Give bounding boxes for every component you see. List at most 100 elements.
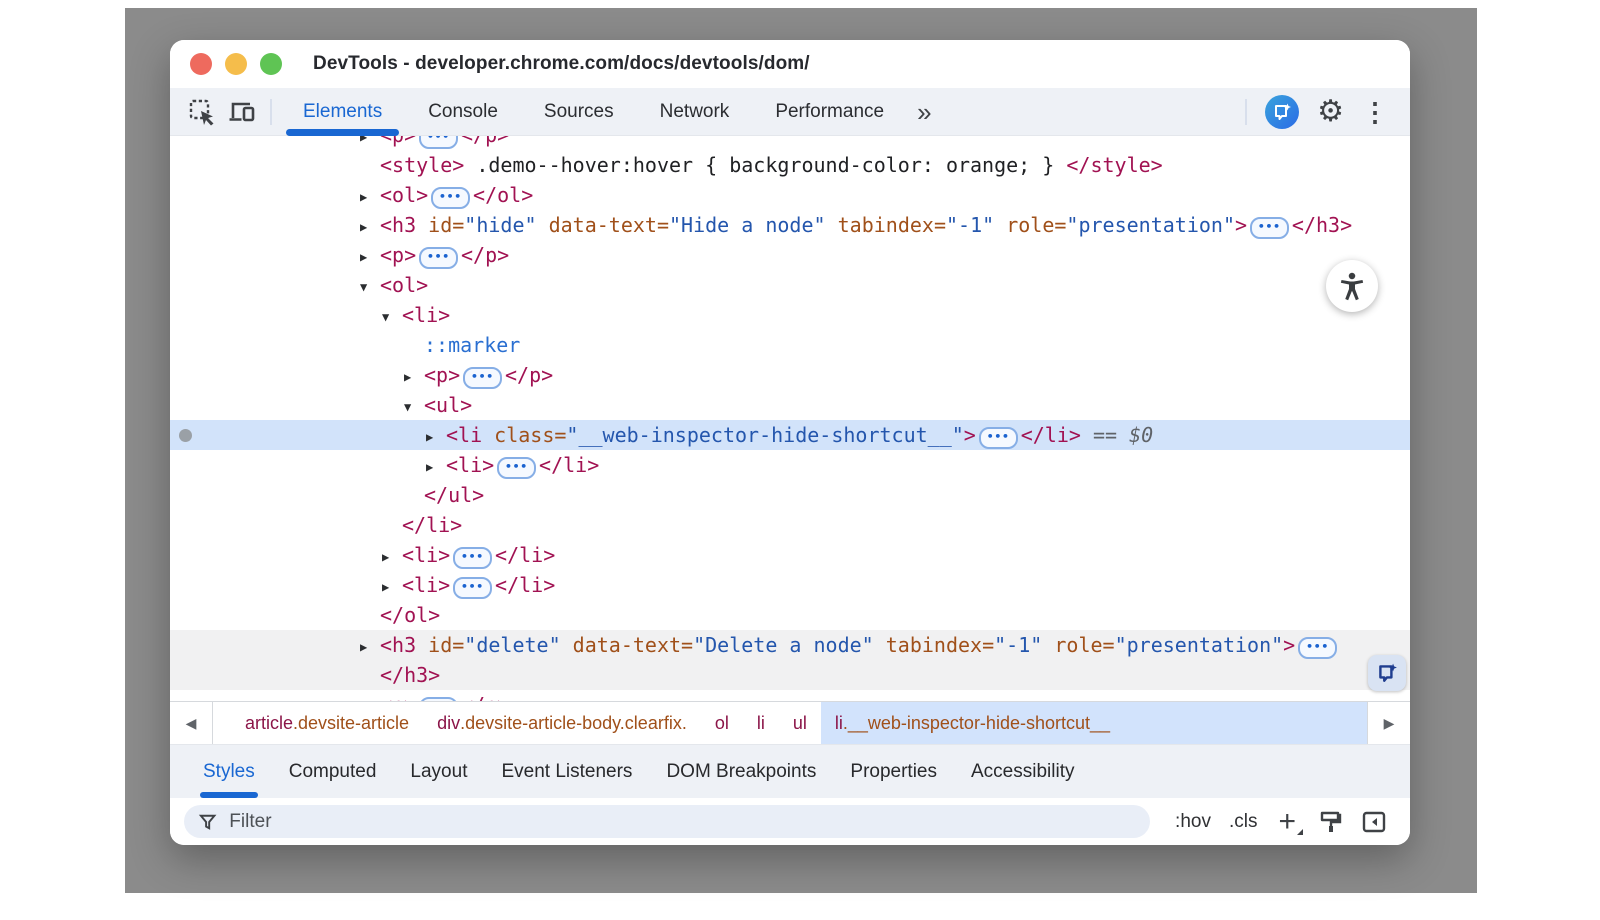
toggle-device-toolbar-icon[interactable] <box>222 94 262 130</box>
code-txt <box>561 633 573 657</box>
tab-elements[interactable]: Elements <box>280 88 405 135</box>
more-options-kebab-icon[interactable]: ⋮ <box>1362 95 1388 129</box>
dom-tree-row[interactable]: </ul> <box>170 480 1410 510</box>
ellipsis-expand-button[interactable]: ••• <box>979 427 1018 449</box>
collapse-arrow-icon[interactable]: ▼ <box>382 302 402 332</box>
code-tag: <p> <box>380 136 416 147</box>
dom-tree-row[interactable]: ▶<li class="__web-inspector-hide-shortcu… <box>170 420 1410 450</box>
code-tag: </ul> <box>424 483 484 507</box>
accessibility-person-icon[interactable] <box>1326 260 1378 312</box>
breadcrumb-scroll-right-icon[interactable]: ▶ <box>1367 702 1410 744</box>
collapse-arrow-icon[interactable]: ▼ <box>360 272 380 302</box>
ai-assistant-floating-button[interactable] <box>1368 655 1406 691</box>
code-val: "hide" <box>464 213 536 237</box>
collapse-arrow-icon[interactable]: ▼ <box>404 392 424 422</box>
tab-dom-breakpoints[interactable]: DOM Breakpoints <box>649 745 833 798</box>
tab-accessibility[interactable]: Accessibility <box>954 745 1091 798</box>
ellipsis-expand-button[interactable]: ••• <box>453 577 492 599</box>
dom-tree-row[interactable]: ::marker <box>170 330 1410 360</box>
dom-tree-row[interactable]: </ol> <box>170 600 1410 630</box>
tab-event-listeners[interactable]: Event Listeners <box>484 745 649 798</box>
expand-arrow-icon[interactable]: ▶ <box>404 362 424 392</box>
ellipsis-expand-button[interactable]: ••• <box>419 247 458 269</box>
code-val: "Hide a node" <box>669 213 826 237</box>
ellipsis-expand-button[interactable]: ••• <box>453 547 492 569</box>
breadcrumb-item-li[interactable]: li <box>743 702 779 744</box>
more-tabs-icon[interactable]: » <box>907 94 941 130</box>
dom-tree-row[interactable]: ▶<p>•••</p> <box>170 240 1410 270</box>
expand-arrow-icon[interactable]: ▶ <box>382 542 402 572</box>
ellipsis-expand-button[interactable]: ••• <box>419 697 458 701</box>
dom-tree-row[interactable]: ▼<ul> <box>170 390 1410 420</box>
code-dollar: $0 <box>1129 423 1153 447</box>
code-val: "presentation" <box>1066 213 1235 237</box>
inspect-element-icon[interactable] <box>182 94 222 130</box>
dom-tree-row[interactable]: ▶<p>•••</p> <box>170 360 1410 390</box>
ellipsis-expand-button[interactable]: ••• <box>1250 217 1289 239</box>
breadcrumb-item-li[interactable]: li.__web-inspector-hide-shortcut__ <box>821 702 1367 744</box>
breadcrumb-item-article[interactable]: article.devsite-article <box>231 702 423 744</box>
style-filter-field[interactable] <box>184 805 1150 838</box>
tab-performance[interactable]: Performance <box>752 88 907 135</box>
dom-tree-row[interactable]: </li> <box>170 510 1410 540</box>
crumb-tag: div <box>437 713 460 734</box>
styles-panel-tab-strip: StylesComputedLayoutEvent ListenersDOM B… <box>170 744 1410 798</box>
minimize-window-button[interactable] <box>225 53 247 75</box>
dom-tree-row[interactable]: ▶<h3 id="hide" data-text="Hide a node" t… <box>170 210 1410 240</box>
dom-tree-row[interactable]: </h3> <box>170 660 1410 690</box>
tab-styles[interactable]: Styles <box>186 745 272 798</box>
tab-network[interactable]: Network <box>637 88 753 135</box>
toggle-sidebar-icon[interactable] <box>1361 809 1387 835</box>
expand-arrow-icon[interactable]: ▶ <box>360 692 380 701</box>
code-tag: <li> <box>446 453 494 477</box>
ellipsis-expand-button[interactable]: ••• <box>419 136 458 149</box>
ellipsis-expand-button[interactable]: ••• <box>1298 637 1337 659</box>
new-style-rule-button[interactable]: + <box>1278 807 1296 837</box>
dom-tree-row[interactable]: ▶<p>•••</p> <box>170 690 1410 701</box>
expand-arrow-icon[interactable]: ▶ <box>360 212 380 242</box>
filter-input[interactable] <box>227 810 1136 834</box>
ellipsis-expand-button[interactable]: ••• <box>463 367 502 389</box>
tab-computed[interactable]: Computed <box>272 745 394 798</box>
code-attr: tabindex= <box>886 633 994 657</box>
crumb-classes: .__web-inspector-hide-shortcut__ <box>843 713 1110 734</box>
brush-icon[interactable] <box>1317 809 1343 835</box>
ai-assistant-button[interactable] <box>1265 95 1299 129</box>
breadcrumb-item-ul[interactable]: ul <box>779 702 821 744</box>
tab-properties[interactable]: Properties <box>833 745 954 798</box>
expand-arrow-icon[interactable]: ▶ <box>360 632 380 662</box>
breadcrumb-item-div[interactable]: div.devsite-article-body.clearfix. <box>423 702 701 744</box>
dom-tree-row[interactable]: ▶<h3 id="delete" data-text="Delete a nod… <box>170 630 1410 660</box>
dom-tree-row[interactable]: ▶<p>•••</p> <box>170 136 1410 150</box>
expand-arrow-icon[interactable]: ▶ <box>426 422 446 452</box>
ellipsis-expand-button[interactable]: ••• <box>431 187 470 209</box>
devtools-toolbar: ElementsConsoleSourcesNetworkPerformance… <box>170 88 1410 136</box>
code-txt <box>537 213 549 237</box>
close-window-button[interactable] <box>190 53 212 75</box>
dom-tree-row[interactable]: ▼<ol> <box>170 270 1410 300</box>
expand-arrow-icon[interactable]: ▶ <box>426 452 446 482</box>
toggle-element-state-button[interactable]: :hov <box>1175 811 1211 833</box>
dom-tree-row[interactable]: ▶<li>•••</li> <box>170 450 1410 480</box>
tab-layout[interactable]: Layout <box>393 745 484 798</box>
dom-tree-row[interactable]: ▶<ol>•••</ol> <box>170 180 1410 210</box>
settings-gear-icon[interactable]: ⚙ <box>1317 95 1344 129</box>
dom-tree-row[interactable]: ▶<li>•••</li> <box>170 570 1410 600</box>
ellipsis-expand-button[interactable]: ••• <box>497 457 536 479</box>
breadcrumb-scroll-left-icon[interactable]: ◀ <box>170 702 213 744</box>
code-tag: </li> <box>1021 423 1081 447</box>
code-tag: <li> <box>402 573 450 597</box>
dom-tree-row[interactable]: <style> .demo--hover:hover { background-… <box>170 150 1410 180</box>
dom-tree-row[interactable]: ▶<li>•••</li> <box>170 540 1410 570</box>
expand-arrow-icon[interactable]: ▶ <box>382 572 402 602</box>
dom-tree-row[interactable]: ▼<li> <box>170 300 1410 330</box>
expand-arrow-icon[interactable]: ▶ <box>360 242 380 272</box>
tab-sources[interactable]: Sources <box>521 88 637 135</box>
code-tag: <p> <box>380 243 416 267</box>
breadcrumb-item-ol[interactable]: ol <box>701 702 743 744</box>
zoom-window-button[interactable] <box>260 53 282 75</box>
code-val: "-1" <box>946 213 994 237</box>
expand-arrow-icon[interactable]: ▶ <box>360 182 380 212</box>
tab-console[interactable]: Console <box>405 88 521 135</box>
element-classes-button[interactable]: .cls <box>1229 811 1258 833</box>
